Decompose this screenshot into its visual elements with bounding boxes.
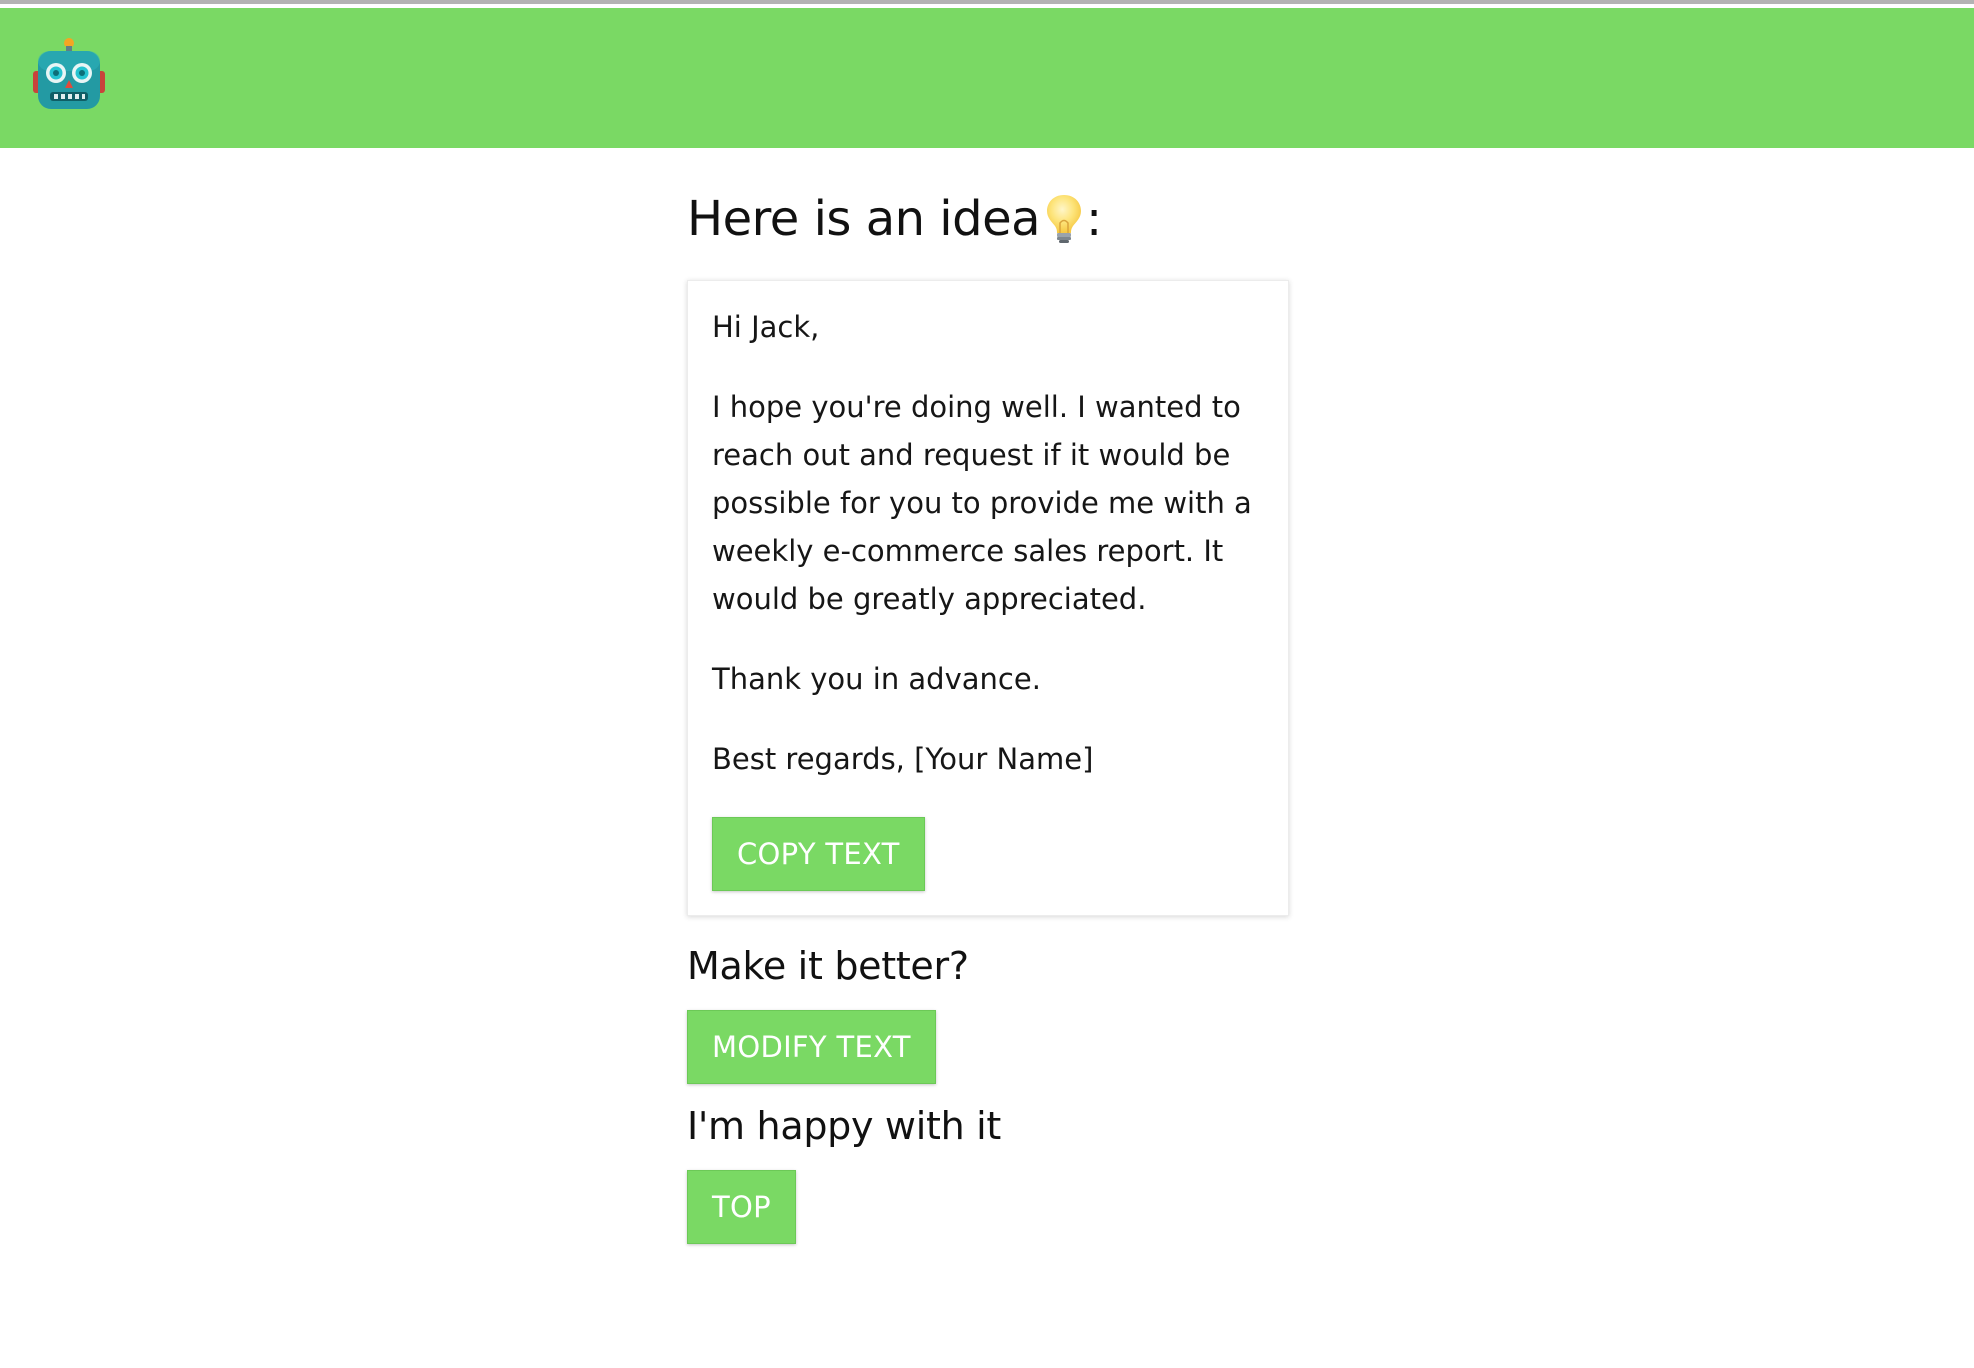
top-button[interactable]: TOP (687, 1170, 796, 1244)
idea-heading: Here is an idea : (687, 184, 1289, 254)
modify-text-button[interactable]: MODIFY TEXT (687, 1010, 936, 1084)
top-bar (0, 8, 1974, 148)
main-content: Here is an idea : Hi Jack, I hope you're… (687, 184, 1289, 1244)
copy-text-button[interactable]: COPY TEXT (712, 817, 925, 891)
happy-prompt: I'm happy with it (687, 1104, 1001, 1148)
robot-icon[interactable] (33, 37, 105, 113)
lightbulb-icon (1044, 193, 1084, 245)
email-signoff: Best regards, [Your Name] (712, 742, 1094, 776)
improve-prompt: Make it better? (687, 944, 969, 988)
idea-heading-text: Here is an idea (687, 191, 1041, 247)
email-body: I hope you're doing well. I wanted to re… (712, 390, 1252, 616)
email-thanks: Thank you in advance. (712, 662, 1041, 696)
email-card: Hi Jack, I hope you're doing well. I wan… (687, 280, 1289, 916)
idea-heading-colon: : (1086, 191, 1102, 247)
email-greeting: Hi Jack, (712, 310, 820, 344)
